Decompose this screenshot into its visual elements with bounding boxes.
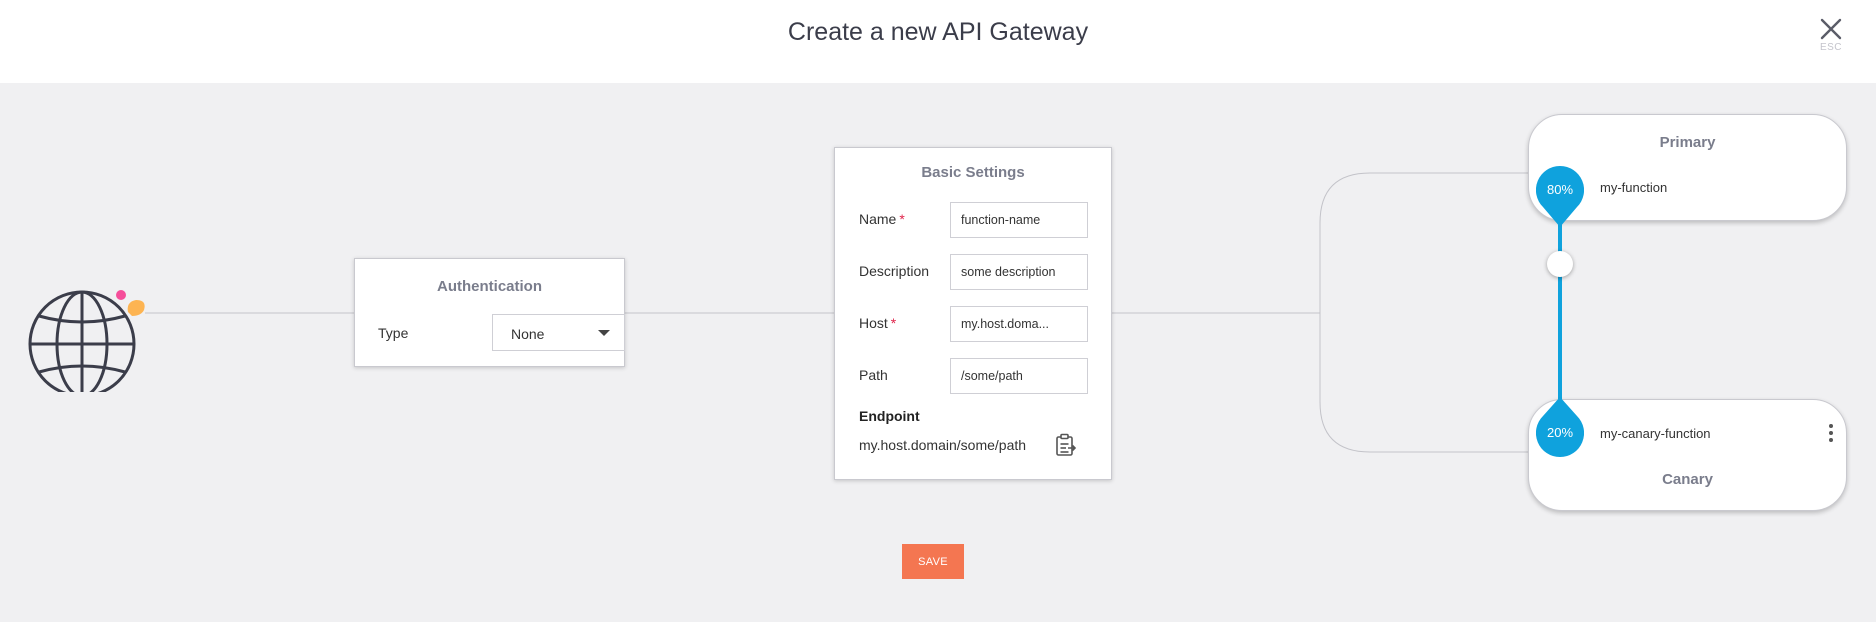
description-field[interactable] [950,254,1088,290]
caret-down-icon [598,330,610,336]
pin-down-icon [1535,165,1585,227]
basic-settings-title: Basic Settings [921,164,1025,181]
canary-percent-badge: 20% [1535,396,1585,458]
gateway-canvas: Authentication Type None Basic Settings … [0,83,1876,622]
more-options-icon[interactable] [1826,424,1836,446]
auth-type-row: Type None [378,314,625,351]
copy-to-clipboard-icon[interactable] [1055,433,1077,457]
required-mark: * [890,315,897,331]
traffic-split-slider-handle[interactable] [1547,251,1573,277]
primary-title: Primary [1659,134,1716,151]
authentication-card: Authentication Type None [354,258,625,367]
name-field[interactable] [950,202,1088,238]
authentication-title: Authentication [437,278,542,295]
dialog-header: Create a new API Gateway ESC [0,0,1876,83]
required-mark: * [899,211,905,227]
host-field[interactable] [950,306,1088,342]
save-button[interactable]: SAVE [902,544,964,579]
auth-type-select[interactable]: None [492,314,625,351]
host-label: Host * [859,315,896,331]
auth-type-value: None [511,326,545,342]
path-field[interactable] [950,358,1088,394]
esc-hint: ESC [1819,42,1843,53]
globe-icon [28,290,145,392]
close-icon [1820,18,1842,40]
path-label: Path [859,367,888,383]
endpoint-value: my.host.domain/some/path [859,437,1027,453]
primary-percent-badge: 80% [1535,165,1585,228]
page-title: Create a new API Gateway [787,18,1089,46]
canary-percent-label: 20% [1546,425,1574,440]
basic-settings-card: Basic Settings Name* Description Host* P… [834,147,1112,480]
auth-type-label: Type [378,325,409,341]
name-label-text: Name [859,211,897,227]
primary-function-name: my-function [1600,180,1668,195]
name-label: Name * [859,211,905,227]
host-label-text: Host [859,315,888,331]
endpoint-label: Endpoint [859,408,920,424]
close-button[interactable]: ESC [1814,18,1848,53]
canary-title: Canary [1662,471,1713,488]
description-label: Description [859,263,930,279]
primary-percent-label: 80% [1546,182,1574,197]
canary-function-name: my-canary-function [1600,426,1711,441]
